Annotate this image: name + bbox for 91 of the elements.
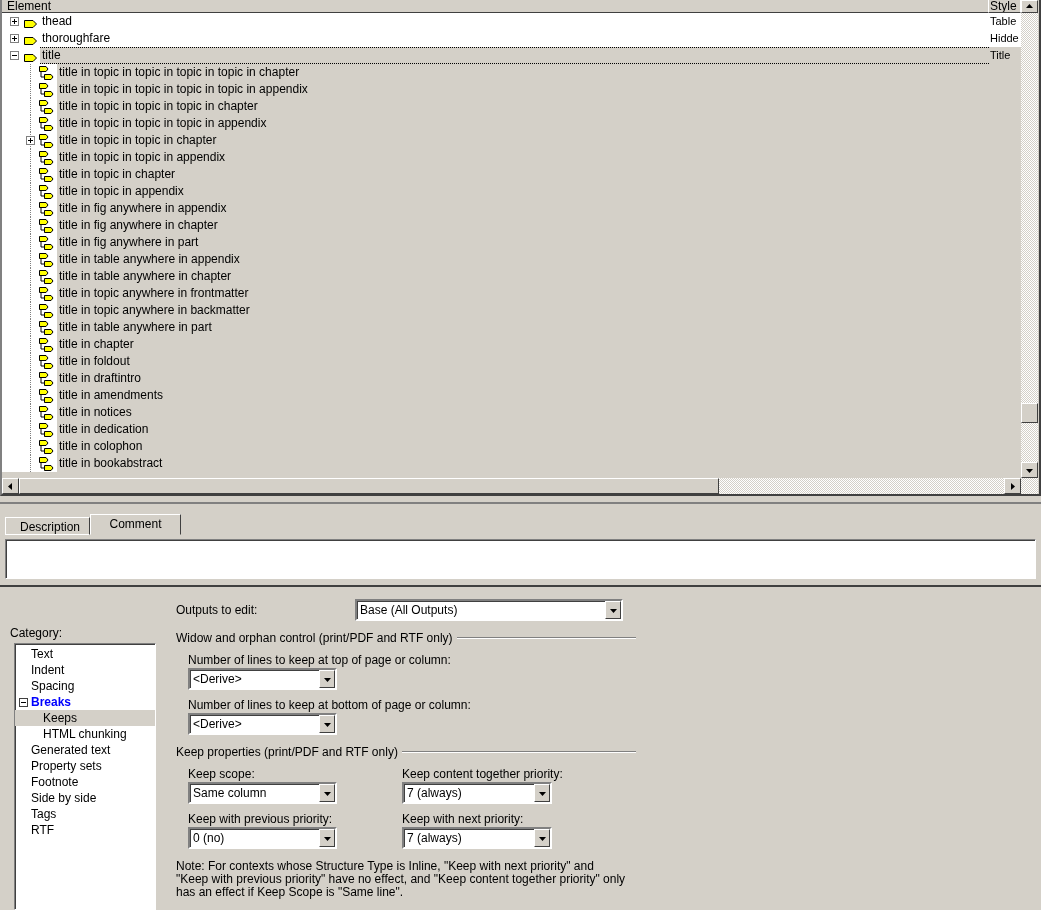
field-label: Keep with previous priority: [188,812,334,826]
nested-tags-icon [39,168,54,182]
nested-tags-icon [39,372,54,386]
category-item[interactable]: Keeps [15,710,155,726]
field-label: Number of lines to keep at top of page or column: [188,653,452,667]
nested-tags-icon [39,236,54,250]
field-label: Keep with next priority: [402,812,525,826]
category-item[interactable]: Side by side [15,790,155,806]
plus-icon [11,18,18,25]
nested-tags-icon [39,253,54,267]
caret-down-icon [323,789,331,797]
collapse-icon[interactable] [19,698,28,707]
scroll-left-button[interactable] [2,478,19,494]
category-label: Category: [10,626,64,640]
category-item[interactable]: RTF [15,822,155,838]
category-item[interactable]: Indent [15,662,155,678]
scroll-right-button[interactable] [1004,478,1021,494]
plus-icon [27,137,34,144]
caret-left-icon [7,482,14,490]
nested-tags-icon [39,202,54,216]
dropdown[interactable]: <Derive> [188,713,337,735]
nested-tags-icon [39,406,54,420]
nested-tags-icon [39,134,54,148]
category-item[interactable]: Footnote [15,774,155,790]
tree-item[interactable]: title [40,47,989,64]
tag-icon [24,54,37,62]
category-item[interactable]: Spacing [15,678,155,694]
tab[interactable]: Description [5,517,90,536]
nested-tags-icon [39,355,54,369]
nested-tags-icon [39,66,54,80]
group-title: Keep properties (print/PDF and RTF only) [176,745,398,759]
dropdown[interactable]: 7 (always) [402,782,552,804]
tag-icon [24,37,37,45]
scroll-up-button[interactable] [1021,0,1038,13]
category-item[interactable]: Breaks [15,694,155,710]
nested-tags-icon [39,440,54,454]
outputs-label: Outputs to edit: [176,603,259,617]
category-item[interactable]: HTML chunking [15,726,155,742]
scroll-thumb[interactable] [1021,403,1038,423]
caret-down-icon [538,834,546,842]
category-item[interactable]: Text [15,646,155,662]
scroll-thumb[interactable] [19,478,719,494]
nested-tags-icon [39,151,54,165]
nested-tags-icon [39,287,54,301]
minus-icon [11,52,18,59]
nested-tags-icon [39,389,54,403]
plus-icon [11,35,18,42]
caret-down-icon [609,606,617,614]
caret-down-icon [1026,466,1033,474]
field-label: Number of lines to keep at bottom of page or column: [188,698,472,712]
expand-button[interactable] [26,136,35,145]
caret-down-icon [323,720,331,728]
tab[interactable]: Comment [90,514,181,536]
scroll-down-button[interactable] [1021,462,1038,478]
nested-tags-icon [39,185,54,199]
collapse-button[interactable] [10,51,19,60]
category-item[interactable]: Generated text [15,742,155,758]
nested-tags-icon [39,338,54,352]
expand-button[interactable] [10,17,19,26]
group-title: Widow and orphan control (print/PDF and RTF only) [176,631,453,645]
caret-right-icon [1009,482,1016,490]
nested-tags-icon [39,321,54,335]
caret-up-icon [1026,3,1033,10]
comment-field[interactable] [5,539,1036,579]
dropdown[interactable]: Same column [188,782,337,804]
column-header: Style [989,0,1021,13]
field-label: Keep content together priority: [402,767,564,781]
nested-tags-icon [39,270,54,284]
dropdown[interactable]: 0 (no) [188,827,337,849]
caret-down-icon [323,834,331,842]
nested-tags-icon [39,304,54,318]
nested-tags-icon [39,100,54,114]
dropdown[interactable]: <Derive> [188,668,337,690]
tag-icon [24,20,37,28]
nested-tags-icon [39,219,54,233]
nested-tags-icon [39,117,54,131]
nested-tags-icon [39,83,54,97]
column-header: Element [2,0,989,13]
note-text: Note: For contexts whose Structure Type is Inline, "Keep with next priority" and "Keep with previous priority" have no effect, and "Keep content together priority" only has an effect if Keep Scope is "Same line". [176,860,626,899]
minus-icon [20,699,27,706]
nested-tags-icon [39,423,54,437]
dropdown[interactable]: 7 (always) [402,827,552,849]
field-label: Keep scope: [188,767,256,781]
expand-button[interactable] [10,34,19,43]
style-cell: Title [989,47,1021,64]
outputs-dropdown[interactable]: Base (All Outputs) [355,599,623,621]
category-item[interactable]: Property sets [15,758,155,774]
caret-down-icon [538,789,546,797]
nested-tags-icon [39,457,54,471]
caret-down-icon [323,675,331,683]
category-item[interactable]: Tags [15,806,155,822]
